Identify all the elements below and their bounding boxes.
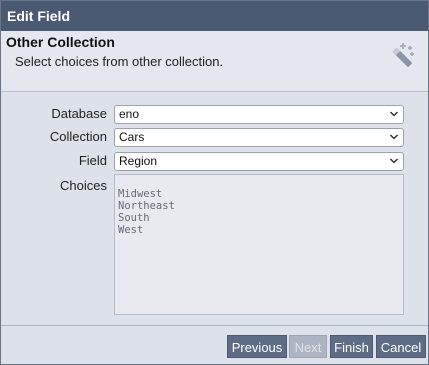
field-select[interactable]: Region bbox=[114, 152, 404, 171]
magic-wand-icon bbox=[392, 43, 414, 67]
database-select-value: eno bbox=[119, 107, 140, 121]
database-label: Database bbox=[51, 106, 107, 121]
chevron-down-icon bbox=[390, 158, 398, 164]
collection-select-value: Cars bbox=[119, 130, 145, 144]
choice-item: West bbox=[118, 224, 144, 236]
field-select-value: Region bbox=[119, 154, 158, 168]
collection-select[interactable]: Cars bbox=[114, 128, 404, 147]
previous-button[interactable]: Previous bbox=[227, 335, 287, 358]
edit-field-dialog: Edit Field Other Collection Select choic… bbox=[0, 0, 429, 365]
choice-item: Northeast bbox=[118, 200, 175, 212]
cancel-button[interactable]: Cancel bbox=[376, 335, 426, 358]
choice-item: Midwest bbox=[118, 188, 163, 200]
next-button[interactable]: Next bbox=[289, 335, 327, 358]
chevron-down-icon bbox=[390, 134, 398, 140]
dialog-title: Edit Field bbox=[1, 1, 428, 31]
chevron-down-icon bbox=[390, 111, 398, 117]
database-select[interactable]: eno bbox=[114, 105, 404, 124]
wizard-header: Other Collection Select choices from oth… bbox=[1, 31, 428, 92]
field-form: Database eno Collection Cars Field Regio… bbox=[1, 92, 428, 325]
wizard-step-subtitle: Select choices from other collection. bbox=[15, 54, 224, 69]
finish-button[interactable]: Finish bbox=[330, 335, 373, 358]
choices-label: Choices bbox=[60, 178, 107, 193]
field-label: Field bbox=[78, 153, 107, 168]
choices-textarea[interactable]: Midwest Northeast South West bbox=[114, 174, 404, 315]
choice-item: South bbox=[118, 212, 150, 224]
wizard-step-title: Other Collection bbox=[6, 34, 115, 50]
dialog-footer: Previous Next Finish Cancel bbox=[1, 325, 428, 364]
collection-label: Collection bbox=[49, 129, 107, 144]
